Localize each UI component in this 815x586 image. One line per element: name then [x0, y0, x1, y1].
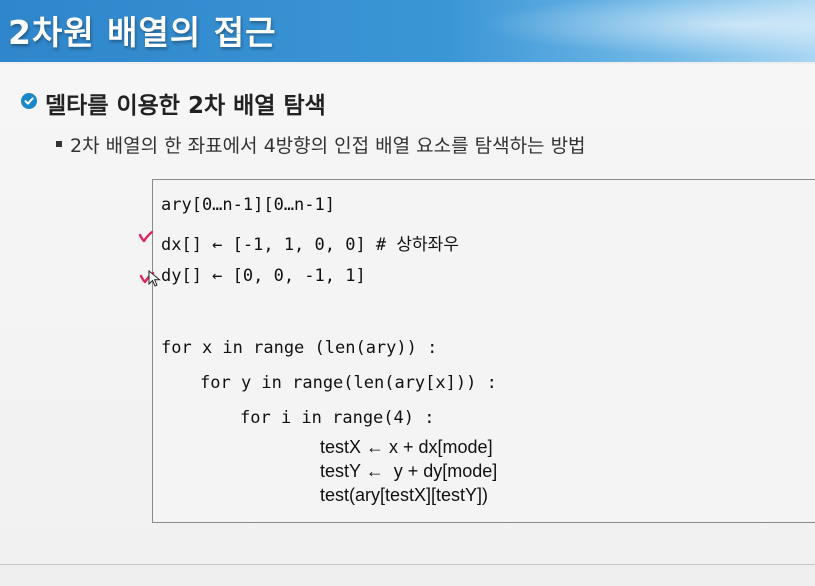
slide-title-bar: 2차원 배열의 접근: [0, 0, 815, 62]
code-line-testx: testX ← x + dx[mode]: [320, 437, 493, 457]
code-line-dx: dx[] ← [-1, 1, 0, 0] # 상하좌우: [161, 235, 459, 255]
code-line-test-call: test(ary[testX][testY]): [320, 485, 489, 505]
mouse-pointer-icon: [148, 270, 161, 287]
bullet-text: 2차 배열의 한 좌표에서 4방향의 인접 배열 요소를 탐색하는 방법: [70, 135, 586, 157]
code-line-for-i: for i in range(4) :: [240, 408, 435, 428]
code-line-ary: ary[0…n-1][0…n-1]: [161, 195, 335, 215]
check-circle-icon: [21, 93, 37, 109]
code-line-for-y: for y in range(len(ary[x])) :: [200, 373, 497, 393]
slide-bottom-divider: [0, 564, 815, 565]
section-heading: 델타를 이용한 2차 배열 탐색: [45, 93, 326, 119]
code-line-testy: testY ← y + dy[mode]: [320, 461, 498, 481]
square-bullet-icon: [56, 141, 62, 147]
slide-title: 2차원 배열의 접근: [8, 13, 277, 52]
code-line-for-x: for x in range (len(ary)) :: [161, 338, 438, 358]
code-line-dy: dy[] ← [0, 0, -1, 1]: [161, 266, 366, 286]
pen-checkmark-icon: [138, 230, 154, 243]
